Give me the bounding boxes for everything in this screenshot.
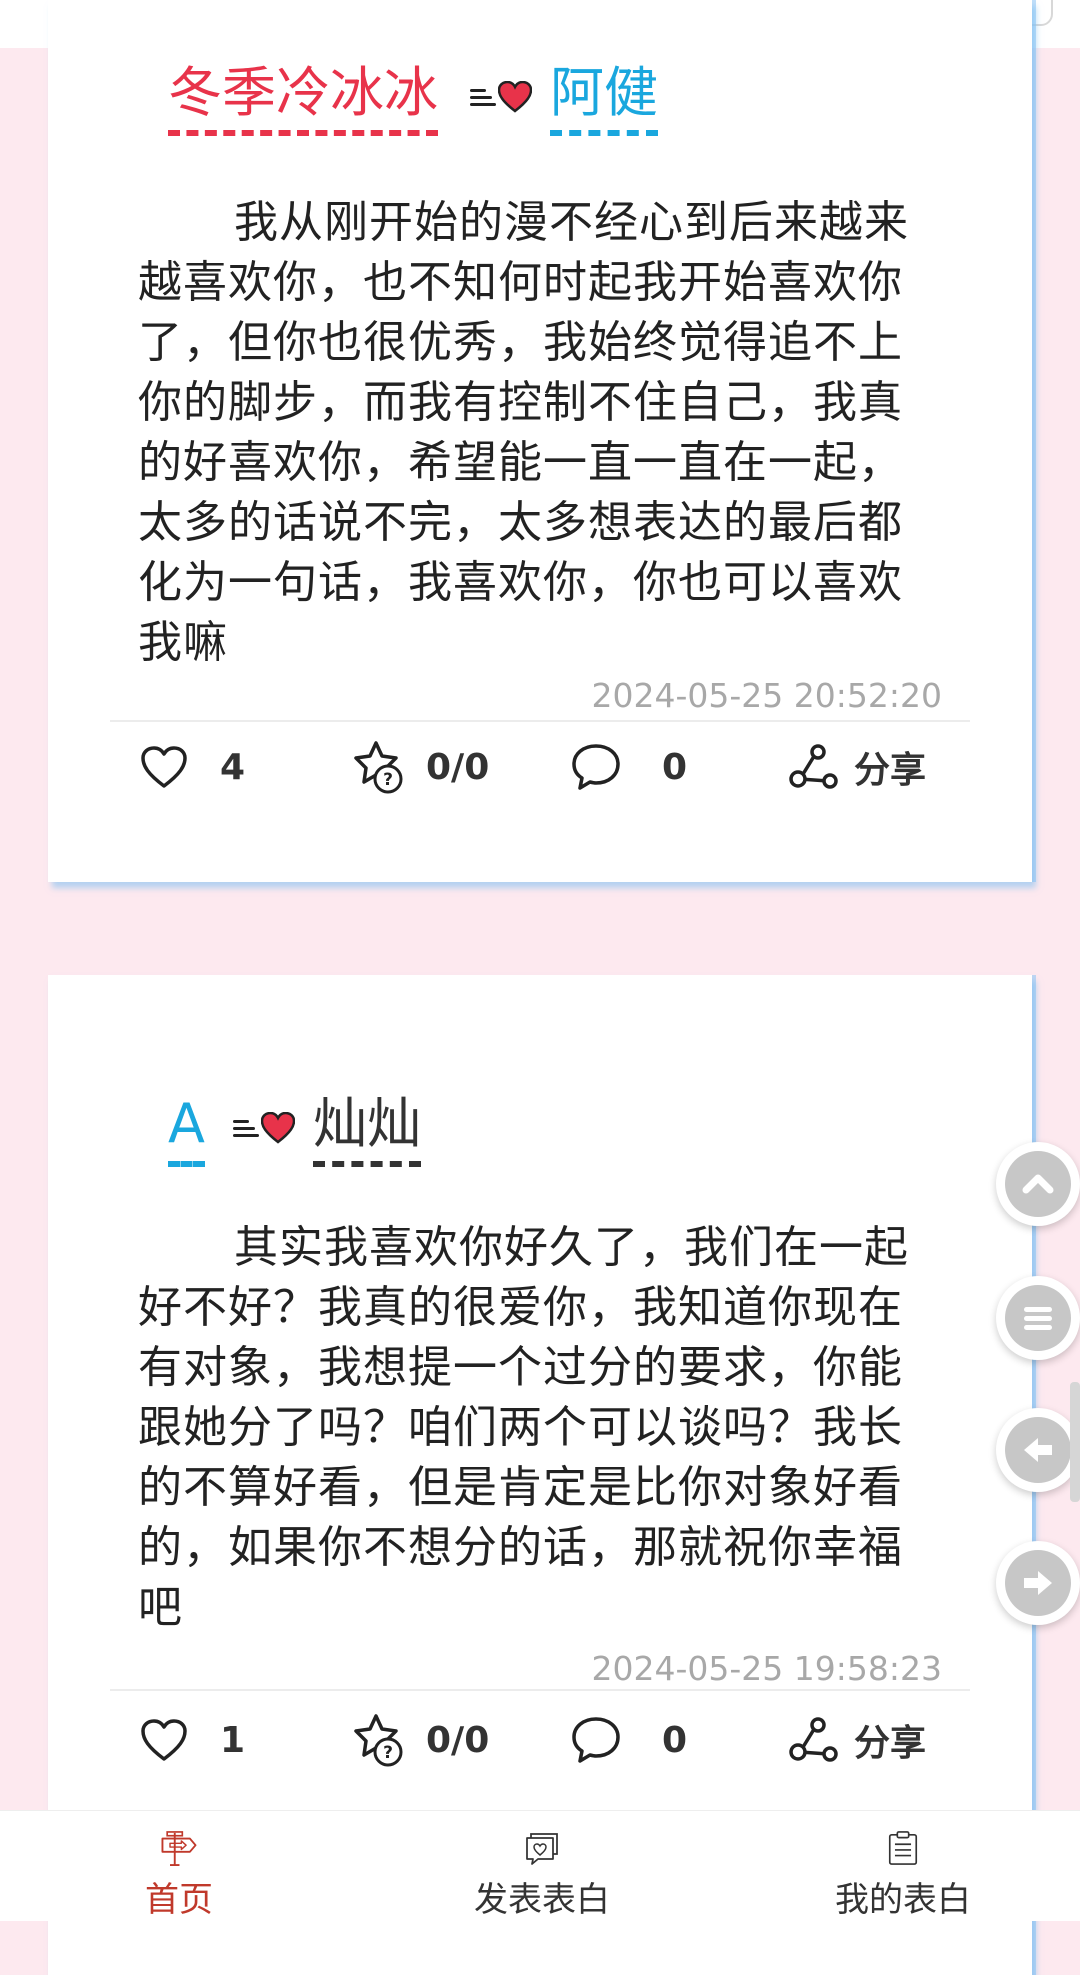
comment-count: 0 [662, 1719, 688, 1761]
confession-names: 冬季冷冰冰 阿健 [168, 62, 658, 136]
sender-name[interactable]: A [168, 1093, 205, 1167]
heart-arrow-icon [232, 1101, 295, 1155]
comment-count: 0 [662, 746, 688, 788]
nav-label: 首页 [145, 1880, 213, 1920]
svg-text:?: ? [383, 770, 393, 790]
scroll-top-button[interactable] [996, 1142, 1080, 1226]
guess-button[interactable]: ? 0/0 [350, 727, 489, 807]
post-timestamp: 2024-05-25 20:52:20 [591, 676, 942, 715]
receiver-name[interactable]: 灿灿 [312, 1093, 421, 1167]
guess-count: 0/0 [426, 1719, 490, 1761]
menu-icon [1024, 1307, 1052, 1330]
heart-outline-icon [141, 1719, 187, 1761]
like-count: 1 [220, 1719, 246, 1761]
nav-label: 我的表白 [835, 1880, 971, 1920]
guess-count: 0/0 [426, 746, 490, 788]
bottom-nav: 首页 发表表白 我的表白 [0, 1810, 1080, 1921]
receiver-name[interactable]: 阿健 [550, 62, 658, 136]
confession-names: A 灿灿 [168, 1093, 421, 1167]
speech-bubble-icon [572, 1717, 620, 1763]
menu-button[interactable] [996, 1276, 1080, 1360]
share-label: 分享 [854, 1723, 927, 1764]
share-icon [789, 744, 838, 789]
heart-outline-icon [141, 746, 187, 788]
forward-button[interactable] [996, 1541, 1080, 1625]
scrollbar-thumb[interactable] [1070, 1382, 1080, 1502]
post-actions: 1 ? 0/0 0 分享 [48, 1700, 1032, 1780]
nav-publish[interactable]: 发表表白 [474, 1831, 610, 1921]
confession-content: 我从刚开始的漫不经心到后来越来越喜欢你，也不知何时起我开始喜欢你了，但你也很优秀… [138, 197, 909, 668]
signpost-icon [161, 1831, 197, 1866]
nav-mine[interactable]: 我的表白 [835, 1831, 971, 1921]
back-button[interactable] [996, 1408, 1080, 1492]
like-count: 4 [220, 746, 246, 788]
back-arrow-icon [1024, 1438, 1052, 1462]
like-button[interactable]: 1 [140, 1700, 245, 1780]
nav-home[interactable]: 首页 [134, 1831, 224, 1921]
comment-button[interactable]: 0 [570, 727, 687, 807]
speech-bubble-icon [572, 744, 620, 790]
nav-label: 发表表白 [474, 1880, 610, 1920]
share-button[interactable]: 分享 [788, 1700, 926, 1780]
svg-text:?: ? [383, 1743, 393, 1763]
share-label: 分享 [854, 750, 927, 791]
like-button[interactable]: 4 [140, 727, 245, 807]
post-actions: 4 ? 0/0 0 分享 [48, 727, 1032, 807]
share-icon [789, 1717, 838, 1762]
divider [110, 720, 970, 722]
forward-arrow-icon [1024, 1571, 1052, 1595]
star-question-icon: ? [354, 741, 403, 794]
post-timestamp: 2024-05-25 19:58:23 [591, 1649, 942, 1688]
scroll-up-icon [1022, 1174, 1054, 1194]
divider [110, 1689, 970, 1691]
confession-content: 其实我喜欢你好久了，我们在一起好不好？我真的很爱你，我知道你现在有对象，我想提一… [138, 1222, 909, 1633]
confession-card: 冬季冷冰冰 阿健 我从刚开始的漫不经心到后来越来越喜欢你，也不知何时起我开始喜欢… [48, 0, 1032, 882]
heart-message-icon [526, 1833, 558, 1865]
share-button[interactable]: 分享 [788, 727, 926, 807]
heart-arrow-icon [470, 70, 532, 124]
clipboard-icon [888, 1831, 918, 1865]
comment-button[interactable]: 0 [570, 1700, 687, 1780]
sender-name[interactable]: 冬季冷冰冰 [168, 62, 438, 136]
guess-button[interactable]: ? 0/0 [350, 1700, 489, 1780]
star-question-icon: ? [354, 1714, 403, 1767]
